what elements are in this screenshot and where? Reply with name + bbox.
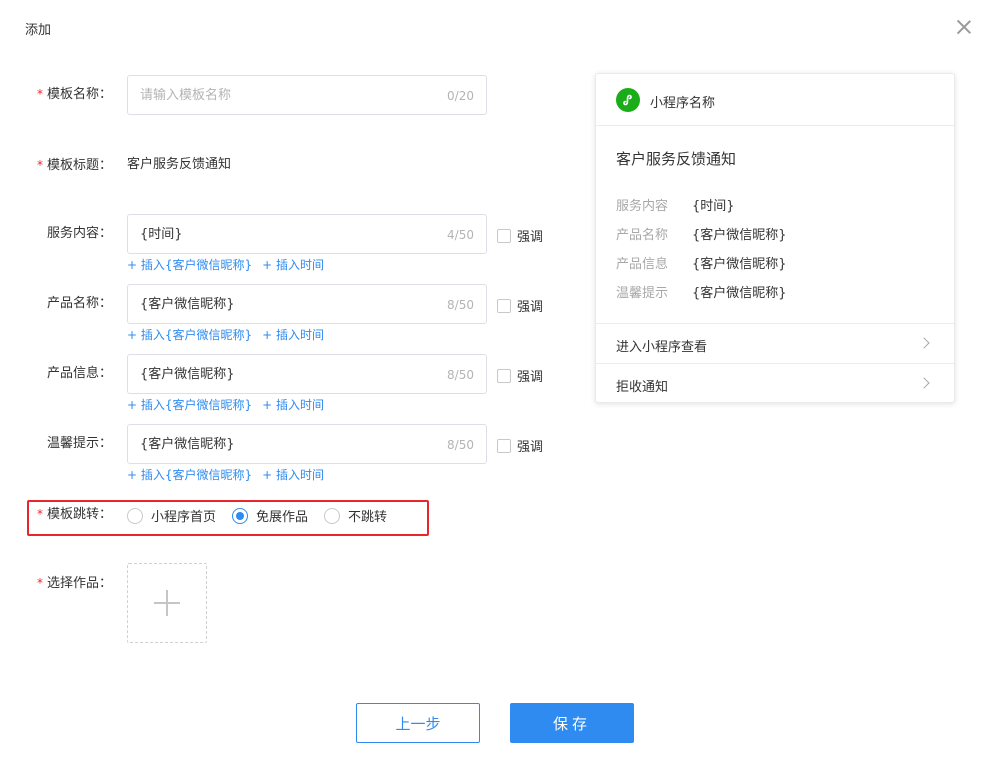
preview-row: 产品名称 {客户微信昵称} bbox=[616, 228, 787, 243]
checkbox-box[interactable] bbox=[497, 228, 511, 243]
field-value: {客户微信昵称} bbox=[140, 367, 235, 382]
field-label-service: 服务内容： bbox=[46, 226, 112, 241]
plus-icon-vertical bbox=[166, 590, 168, 616]
jump-option-work[interactable]: 免展作品 bbox=[232, 506, 308, 525]
field-label-tips: 温馨提示： bbox=[46, 436, 112, 451]
insert-nickname-link[interactable]: + 插入{客户微信昵称} bbox=[127, 467, 252, 483]
preview-reject-notice-link[interactable]: 拒收通知 bbox=[596, 363, 954, 403]
select-work-label: * 选择作品： bbox=[36, 576, 112, 591]
preview-row: 产品信息 {客户微信昵称} bbox=[616, 257, 787, 272]
field-input-tips[interactable]: {客户微信昵称} 8/50 bbox=[127, 424, 487, 464]
jump-option-home[interactable]: 小程序首页 bbox=[127, 506, 216, 525]
emphasis-checkbox-service[interactable]: 强调 bbox=[497, 226, 543, 245]
preview-row: 服务内容 {时间} bbox=[616, 199, 735, 214]
checkbox-box[interactable] bbox=[497, 368, 511, 383]
field-count: 8/50 bbox=[447, 438, 474, 452]
template-name-input[interactable]: 请输入模板名称 0/20 bbox=[127, 75, 487, 115]
insert-links-product-info: + 插入{客户微信昵称} + 插入时间 bbox=[127, 397, 324, 413]
insert-links-tips: + 插入{客户微信昵称} + 插入时间 bbox=[127, 467, 324, 483]
emphasis-checkbox-tips[interactable]: 强调 bbox=[497, 436, 543, 455]
prev-step-button[interactable]: 上一步 bbox=[356, 703, 480, 743]
field-input-service[interactable]: {时间} 4/50 bbox=[127, 214, 487, 254]
jump-label: * 模板跳转： bbox=[36, 507, 112, 522]
checkbox-label: 强调 bbox=[517, 370, 544, 385]
insert-time-link[interactable]: + 插入时间 bbox=[262, 397, 324, 413]
checkbox-label: 强调 bbox=[517, 300, 544, 315]
jump-option-none[interactable]: 不跳转 bbox=[324, 506, 387, 525]
checkbox-box[interactable] bbox=[497, 438, 511, 453]
field-input-product-info[interactable]: {客户微信昵称} 8/50 bbox=[127, 354, 487, 394]
insert-nickname-link[interactable]: + 插入{客户微信昵称} bbox=[127, 327, 252, 343]
insert-nickname-link[interactable]: + 插入{客户微信昵称} bbox=[127, 257, 252, 273]
insert-time-link[interactable]: + 插入时间 bbox=[262, 257, 324, 273]
field-label-product-name: 产品名称： bbox=[46, 296, 112, 311]
checkbox-box[interactable] bbox=[497, 298, 511, 313]
template-name-label: * 模板名称： bbox=[36, 87, 112, 102]
template-name-placeholder: 请输入模板名称 bbox=[140, 88, 232, 103]
dialog-title: 添加 bbox=[25, 23, 52, 38]
checkbox-label: 强调 bbox=[517, 230, 544, 245]
template-name-count: 0/20 bbox=[447, 89, 474, 103]
jump-radio-group: 小程序首页 免展作品 不跳转 bbox=[127, 506, 403, 525]
preview-row: 温馨提示 {客户微信昵称} bbox=[616, 286, 787, 301]
miniprogram-logo-icon bbox=[616, 88, 640, 112]
field-count: 8/50 bbox=[447, 298, 474, 312]
message-preview-card: 小程序名称 客户服务反馈通知 服务内容 {时间} 产品名称 {客户微信昵称} 产品信… bbox=[595, 73, 955, 403]
preview-header: 小程序名称 bbox=[596, 74, 954, 126]
field-count: 4/50 bbox=[447, 228, 474, 242]
insert-nickname-link[interactable]: + 插入{客户微信昵称} bbox=[127, 397, 252, 413]
emphasis-checkbox-product-info[interactable]: 强调 bbox=[497, 366, 543, 385]
preview-open-miniprogram-link[interactable]: 进入小程序查看 bbox=[596, 323, 954, 363]
insert-time-link[interactable]: + 插入时间 bbox=[262, 467, 324, 483]
preview-app-name: 小程序名称 bbox=[650, 96, 716, 111]
template-title-label: * 模板标题： bbox=[36, 158, 112, 173]
insert-time-link[interactable]: + 插入时间 bbox=[262, 327, 324, 343]
field-label-product-info: 产品信息： bbox=[46, 366, 112, 381]
template-title-value: 客户服务反馈通知 bbox=[127, 157, 232, 172]
chevron-right-icon bbox=[918, 337, 930, 349]
chevron-right-icon bbox=[918, 377, 930, 389]
insert-links-product-name: + 插入{客户微信昵称} + 插入时间 bbox=[127, 327, 324, 343]
radio-circle[interactable] bbox=[324, 507, 341, 524]
field-input-product-name[interactable]: {客户微信昵称} 8/50 bbox=[127, 284, 487, 324]
emphasis-checkbox-product-name[interactable]: 强调 bbox=[497, 296, 543, 315]
close-icon[interactable] bbox=[953, 16, 975, 38]
preview-title: 客户服务反馈通知 bbox=[616, 150, 737, 168]
field-value: {客户微信昵称} bbox=[140, 297, 235, 312]
field-value: {客户微信昵称} bbox=[140, 437, 235, 452]
field-value: {时间} bbox=[140, 227, 183, 242]
select-work-upload[interactable] bbox=[127, 563, 207, 643]
insert-links-service: + 插入{客户微信昵称} + 插入时间 bbox=[127, 257, 324, 273]
radio-circle[interactable] bbox=[127, 507, 143, 524]
field-count: 8/50 bbox=[447, 368, 474, 382]
save-button[interactable]: 保存 bbox=[510, 703, 634, 743]
radio-circle-checked[interactable] bbox=[232, 507, 249, 524]
checkbox-label: 强调 bbox=[517, 440, 544, 455]
